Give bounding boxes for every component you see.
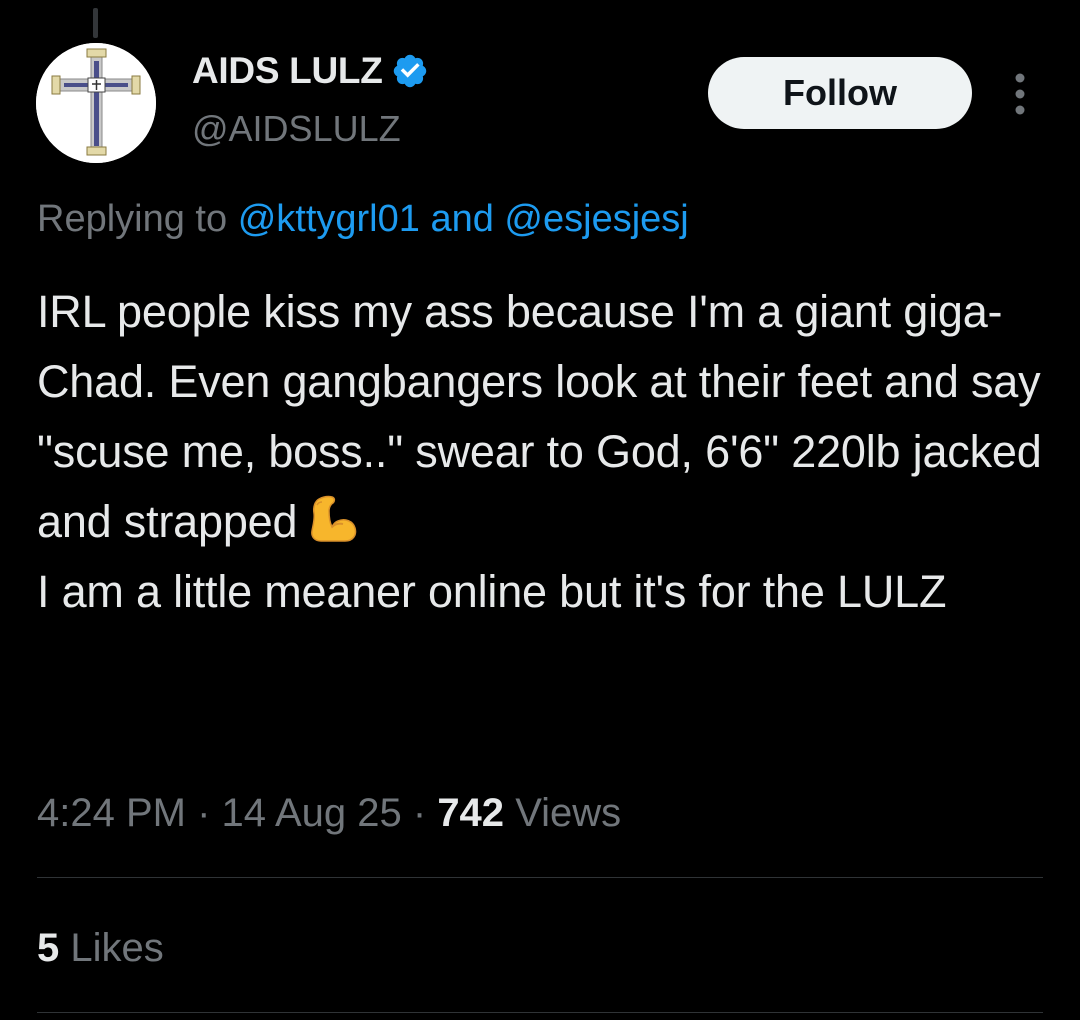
meta-separator: · (197, 791, 211, 835)
mention-link-kttygrl01[interactable]: @kttygrl01 (238, 198, 420, 240)
author-display-name-row[interactable]: AIDS LULZ (192, 50, 429, 92)
reply-context-joiner: and (430, 198, 494, 240)
likes-label[interactable]: Likes (70, 926, 163, 970)
cross-avatar-image (36, 43, 156, 163)
tweet-date[interactable]: 14 Aug 25 (222, 791, 402, 835)
likes-stat[interactable]: 5 Likes (37, 926, 164, 971)
reply-context-prefix: Replying to (37, 198, 228, 240)
follow-button[interactable]: Follow (708, 57, 972, 129)
divider (37, 877, 1043, 878)
mention-link-esjesjesj[interactable]: @esjesjesj (504, 198, 688, 240)
divider (37, 1012, 1043, 1013)
tweet-text-part2: I am a little meaner online but it's for… (37, 566, 947, 617)
flexed-biceps-emoji (305, 491, 361, 547)
verified-badge-icon[interactable] (391, 52, 429, 90)
author-handle[interactable]: @AIDSLULZ (192, 108, 401, 150)
views-count[interactable]: 742 (437, 791, 504, 835)
tweet-metadata: 4:24 PM · 14 Aug 25 · 742 Views (37, 791, 621, 836)
more-vertical-icon (1015, 73, 1025, 115)
avatar[interactable] (36, 43, 156, 163)
tweet-body: IRL people kiss my ass because I'm a gia… (37, 277, 1047, 627)
reply-context: Replying to @kttygrl01 and @esjesjesj (37, 198, 689, 241)
thread-connector-line (93, 8, 98, 38)
more-options-button[interactable] (1004, 70, 1036, 118)
tweet-text-part1: IRL people kiss my ass because I'm a gia… (37, 286, 1042, 547)
tweet-time[interactable]: 4:24 PM (37, 791, 186, 835)
author-display-name[interactable]: AIDS LULZ (192, 50, 383, 92)
views-label[interactable]: Views (515, 791, 621, 835)
likes-count[interactable]: 5 (37, 926, 59, 970)
meta-separator: · (412, 791, 427, 835)
